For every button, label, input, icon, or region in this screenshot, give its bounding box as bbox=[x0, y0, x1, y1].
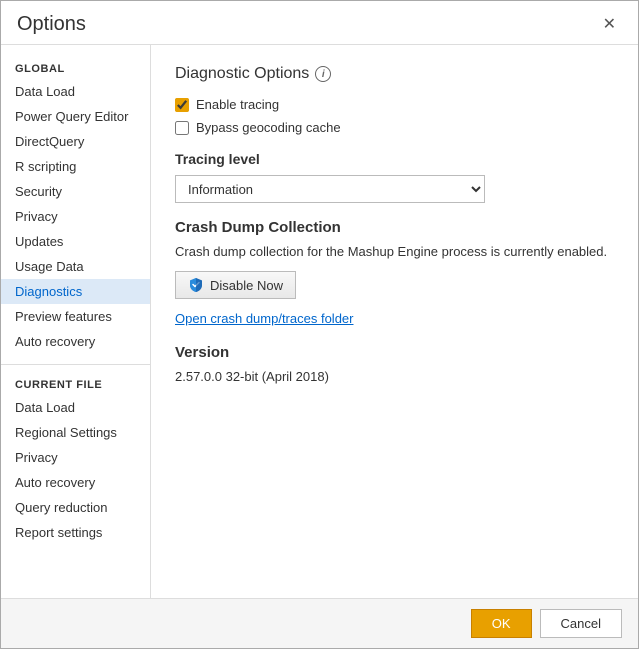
crash-dump-heading: Crash Dump Collection bbox=[175, 219, 614, 236]
sidebar-item-directquery[interactable]: DirectQuery bbox=[1, 129, 150, 154]
tracing-level-heading: Tracing level bbox=[175, 151, 614, 167]
open-crash-dump-link[interactable]: Open crash dump/traces folder bbox=[175, 311, 353, 326]
sidebar-item-preview-features[interactable]: Preview features bbox=[1, 304, 150, 329]
bypass-geocoding-row: Bypass geocoding cache bbox=[175, 120, 614, 135]
sidebar-item-updates[interactable]: Updates bbox=[1, 229, 150, 254]
options-dialog: Options ✕ GLOBAL Data Load Power Query E… bbox=[0, 0, 639, 649]
tracing-level-row: Information Verbose Warning Error bbox=[175, 175, 614, 203]
title-bar: Options ✕ bbox=[1, 1, 638, 44]
close-button[interactable]: ✕ bbox=[597, 15, 622, 35]
bypass-geocoding-checkbox[interactable] bbox=[175, 121, 189, 135]
bypass-geocoding-label[interactable]: Bypass geocoding cache bbox=[196, 120, 341, 135]
dialog-body: GLOBAL Data Load Power Query Editor Dire… bbox=[1, 45, 638, 598]
sidebar-item-query-reduction[interactable]: Query reduction bbox=[1, 495, 150, 520]
version-number: 2.57.0.0 32-bit (April 2018) bbox=[175, 369, 614, 384]
sidebar-item-regional-settings[interactable]: Regional Settings bbox=[1, 420, 150, 445]
sidebar-item-auto-recovery[interactable]: Auto recovery bbox=[1, 329, 150, 354]
sidebar-item-auto-recovery-cf[interactable]: Auto recovery bbox=[1, 470, 150, 495]
disable-now-label: Disable Now bbox=[210, 278, 283, 293]
cancel-button[interactable]: Cancel bbox=[540, 609, 622, 638]
global-section-label: GLOBAL bbox=[1, 55, 150, 79]
sidebar: GLOBAL Data Load Power Query Editor Dire… bbox=[1, 45, 151, 598]
sidebar-item-r-scripting[interactable]: R scripting bbox=[1, 154, 150, 179]
sidebar-item-report-settings[interactable]: Report settings bbox=[1, 520, 150, 545]
version-heading: Version bbox=[175, 344, 614, 361]
content-title: Diagnostic Options i bbox=[175, 65, 614, 83]
sidebar-item-diagnostics[interactable]: Diagnostics bbox=[1, 279, 150, 304]
shield-icon bbox=[188, 277, 204, 293]
disable-now-button[interactable]: Disable Now bbox=[175, 271, 296, 299]
section-divider bbox=[1, 364, 150, 365]
enable-tracing-row: Enable tracing bbox=[175, 97, 614, 112]
sidebar-item-privacy[interactable]: Privacy bbox=[1, 204, 150, 229]
sidebar-item-usage-data[interactable]: Usage Data bbox=[1, 254, 150, 279]
enable-tracing-label[interactable]: Enable tracing bbox=[196, 97, 279, 112]
version-section: Version 2.57.0.0 32-bit (April 2018) bbox=[175, 344, 614, 384]
sidebar-item-privacy-cf[interactable]: Privacy bbox=[1, 445, 150, 470]
dialog-title: Options bbox=[17, 13, 86, 36]
sidebar-item-data-load-cf[interactable]: Data Load bbox=[1, 395, 150, 420]
sidebar-item-data-load[interactable]: Data Load bbox=[1, 79, 150, 104]
current-file-section-label: CURRENT FILE bbox=[1, 371, 150, 395]
crash-dump-description: Crash dump collection for the Mashup Eng… bbox=[175, 244, 614, 259]
sidebar-item-security[interactable]: Security bbox=[1, 179, 150, 204]
info-icon: i bbox=[315, 66, 331, 82]
tracing-level-select[interactable]: Information Verbose Warning Error bbox=[175, 175, 485, 203]
main-content: Diagnostic Options i Enable tracing Bypa… bbox=[151, 45, 638, 598]
dialog-footer: OK Cancel bbox=[1, 598, 638, 648]
ok-button[interactable]: OK bbox=[471, 609, 532, 638]
enable-tracing-checkbox[interactable] bbox=[175, 98, 189, 112]
sidebar-item-power-query-editor[interactable]: Power Query Editor bbox=[1, 104, 150, 129]
